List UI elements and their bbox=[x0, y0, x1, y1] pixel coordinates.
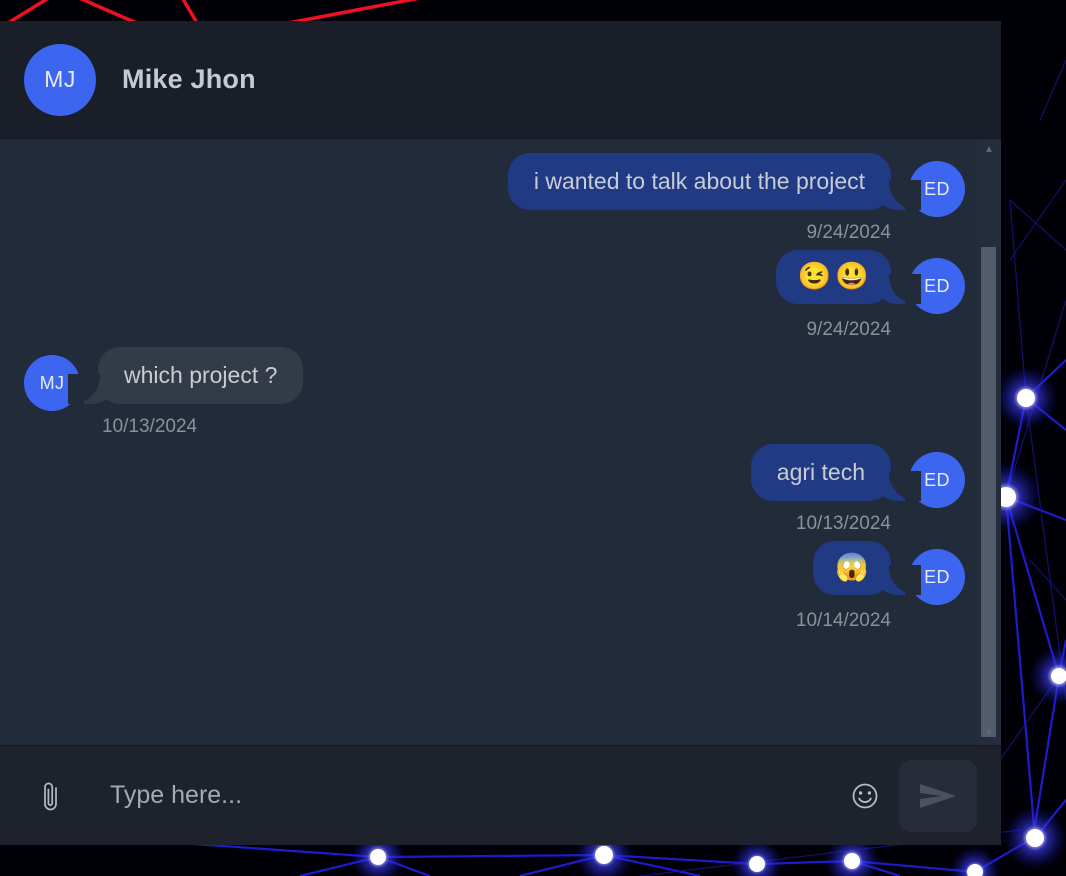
contact-name: Mike Jhon bbox=[122, 64, 256, 94]
message-timestamp: 9/24/2024 bbox=[806, 222, 891, 243]
emoji-picker-button[interactable] bbox=[843, 774, 887, 818]
message-bubble[interactable]: 😱 bbox=[813, 541, 921, 595]
desktop-background: MJ Mike Jhon i wanted to talk about the … bbox=[0, 0, 1066, 876]
message-line: i wanted to talk about the project ED bbox=[507, 153, 965, 217]
scroll-down-arrow-icon[interactable]: ▼ bbox=[977, 725, 1001, 743]
send-button[interactable] bbox=[899, 759, 977, 832]
chat-header: MJ Mike Jhon bbox=[0, 21, 1001, 139]
messages-area: i wanted to talk about the project ED 9/24… bbox=[0, 139, 1001, 745]
message-timestamp: 9/24/2024 bbox=[806, 319, 891, 340]
scroll-up-arrow-icon[interactable]: ▲ bbox=[977, 141, 1001, 159]
message-timestamp: 10/13/2024 bbox=[795, 513, 891, 534]
message-bubble[interactable]: agri tech bbox=[750, 444, 922, 501]
message-row: i wanted to talk about the project ED 9/24… bbox=[0, 153, 977, 244]
scrollbar-thumb[interactable] bbox=[981, 247, 996, 737]
smiley-icon bbox=[852, 783, 878, 808]
message-bubble[interactable]: which project ? bbox=[67, 347, 304, 404]
message-line: MJ which project ? bbox=[24, 347, 304, 411]
message-row: MJ which project ? 10/13/2024 bbox=[0, 347, 977, 438]
send-plane-icon bbox=[920, 783, 956, 808]
bubble-wrapper: 😱 bbox=[813, 541, 921, 595]
bubble-wrapper: agri tech bbox=[750, 444, 922, 501]
message-line: 😱 ED bbox=[813, 541, 965, 605]
messages-scroll-container[interactable]: i wanted to talk about the project ED 9/24… bbox=[0, 139, 977, 745]
message-bubble[interactable]: i wanted to talk about the project bbox=[507, 153, 922, 210]
bubble-wrapper: 😉 😃 bbox=[775, 250, 922, 304]
message-row: 😱 ED 10/14/2024 bbox=[0, 541, 977, 632]
message-line: agri tech ED bbox=[750, 444, 965, 508]
contact-avatar[interactable]: MJ bbox=[24, 43, 96, 116]
message-emoji: 😉 bbox=[797, 261, 832, 291]
message-row: 😉 😃 ED 9/24/2024 bbox=[0, 250, 977, 341]
message-composer bbox=[0, 745, 1001, 845]
chat-window: MJ Mike Jhon i wanted to talk about the … bbox=[0, 21, 1001, 845]
messages-scrollbar[interactable]: ▲ ▼ bbox=[977, 139, 1001, 745]
bubble-wrapper: which project ? bbox=[67, 347, 304, 404]
message-timestamp: 10/13/2024 bbox=[102, 416, 198, 437]
message-bubble[interactable]: 😉 😃 bbox=[775, 250, 922, 304]
message-timestamp: 10/14/2024 bbox=[795, 610, 891, 631]
attach-file-button[interactable] bbox=[32, 777, 70, 815]
message-input[interactable] bbox=[110, 775, 843, 816]
message-line: 😉 😃 ED bbox=[775, 250, 965, 314]
bubble-wrapper: i wanted to talk about the project bbox=[507, 153, 922, 210]
message-emoji: 😱 bbox=[835, 552, 869, 582]
paperclip-icon bbox=[44, 782, 57, 810]
message-emoji: 😃 bbox=[835, 261, 869, 291]
message-row: agri tech ED 10/13/2024 bbox=[0, 444, 977, 535]
